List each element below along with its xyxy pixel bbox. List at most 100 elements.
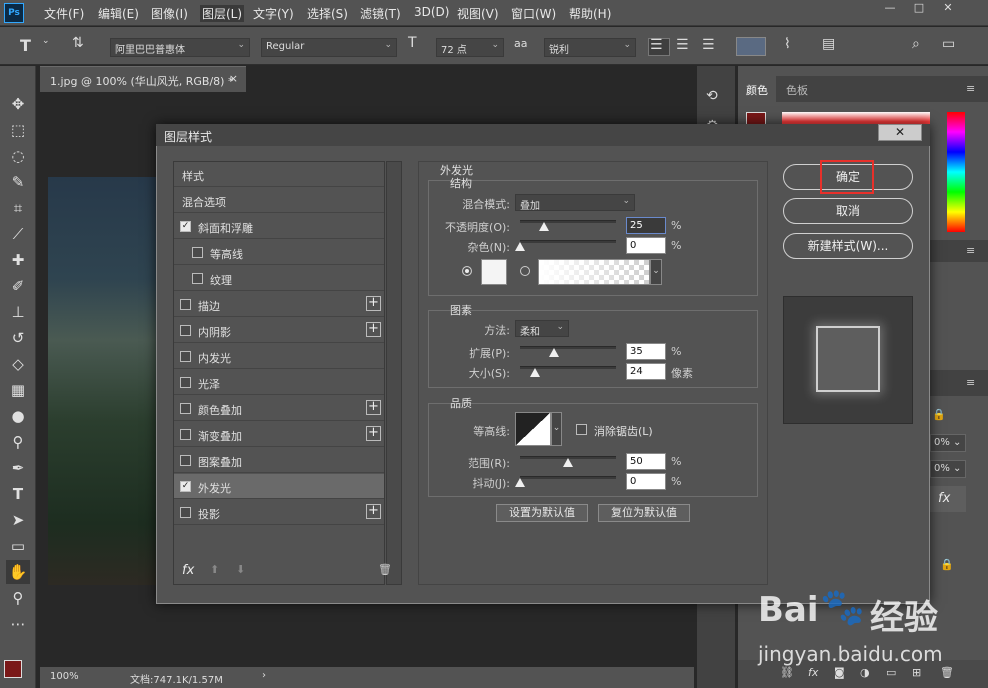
- new-style-button[interactable]: 新建样式(W)...: [783, 233, 913, 259]
- menu-filter[interactable]: 滤镜(T): [360, 5, 401, 22]
- noise-slider-thumb[interactable]: [515, 242, 525, 251]
- style-checkbox[interactable]: [180, 455, 191, 466]
- lasso-tool-icon[interactable]: ◌: [6, 144, 30, 168]
- style-list-item[interactable]: 光泽: [174, 370, 384, 395]
- jitter-input[interactable]: 0: [626, 473, 666, 490]
- reset-default-button[interactable]: 复位为默认值: [598, 504, 690, 522]
- size-input[interactable]: 24: [626, 363, 666, 380]
- quick-select-tool-icon[interactable]: ✎: [6, 170, 30, 194]
- fill-field[interactable]: 0% ⌄: [930, 460, 966, 478]
- zoom-level[interactable]: 100%: [50, 671, 79, 682]
- path-select-tool-icon[interactable]: ➤: [6, 508, 30, 532]
- opacity-slider[interactable]: [520, 220, 616, 223]
- workspace-icon[interactable]: ▭: [942, 36, 955, 52]
- range-input[interactable]: 50: [626, 453, 666, 470]
- style-checkbox[interactable]: [192, 273, 203, 284]
- opacity-slider-thumb[interactable]: [539, 222, 549, 231]
- opacity-input[interactable]: 25: [626, 217, 666, 234]
- pen-tool-icon[interactable]: ✒: [6, 456, 30, 480]
- range-slider-thumb[interactable]: [563, 458, 573, 467]
- move-tool-icon[interactable]: ✥: [6, 92, 30, 116]
- style-checkbox[interactable]: [180, 403, 191, 414]
- style-list-item[interactable]: 描边 +: [174, 292, 384, 317]
- fx-menu-icon[interactable]: fx: [182, 563, 194, 578]
- noise-input[interactable]: 0: [626, 237, 666, 254]
- add-effect-plus-icon[interactable]: +: [366, 400, 381, 415]
- character-panel-icon[interactable]: ▤: [822, 36, 835, 52]
- document-tab[interactable]: 1.jpg @ 100% (华山风光, RGB/8) * ×: [40, 66, 246, 92]
- set-default-button[interactable]: 设置为默认值: [496, 504, 588, 522]
- menu-layer[interactable]: 图层(L): [200, 5, 245, 22]
- tool-preset-chevron-icon[interactable]: ⌄: [42, 36, 50, 46]
- style-list-item[interactable]: 颜色叠加 +: [174, 396, 384, 421]
- menu-select[interactable]: 选择(S): [307, 5, 348, 22]
- style-checkbox[interactable]: [192, 247, 203, 258]
- spread-slider-thumb[interactable]: [549, 348, 559, 357]
- brush-tool-icon[interactable]: ✐: [6, 274, 30, 298]
- style-checkbox[interactable]: [180, 507, 191, 518]
- glow-color-swatch[interactable]: [481, 259, 507, 285]
- zoom-tool-icon[interactable]: ⚲: [6, 586, 30, 610]
- style-list-item[interactable]: ✓ 外发光: [174, 474, 384, 499]
- menu-edit[interactable]: 编辑(E): [98, 5, 139, 22]
- add-effect-plus-icon[interactable]: +: [366, 426, 381, 441]
- panel-menu-icon-3[interactable]: ≡: [966, 376, 975, 389]
- style-list-item[interactable]: ✓ 斜面和浮雕: [174, 214, 384, 239]
- close-window-button[interactable]: ✕: [934, 0, 962, 18]
- style-list-item[interactable]: 内发光: [174, 344, 384, 369]
- layer-fx-icon[interactable]: fx: [930, 486, 966, 512]
- healing-tool-icon[interactable]: ✚: [6, 248, 30, 272]
- jitter-slider[interactable]: [520, 476, 616, 479]
- type-tool-icon[interactable]: T: [20, 36, 31, 55]
- history-panel-icon[interactable]: ⟲: [706, 88, 718, 104]
- style-list-item[interactable]: 混合选项: [174, 188, 384, 213]
- delete-effect-icon[interactable]: 🗑: [378, 563, 392, 576]
- add-effect-plus-icon[interactable]: +: [366, 504, 381, 519]
- spread-slider[interactable]: [520, 346, 616, 349]
- maximize-button[interactable]: □: [905, 0, 933, 18]
- style-checkbox[interactable]: [180, 377, 191, 388]
- gradient-chevron-icon[interactable]: ⌄: [650, 259, 662, 285]
- size-slider-thumb[interactable]: [530, 368, 540, 377]
- crop-tool-icon[interactable]: ⌗: [6, 196, 30, 220]
- foreground-color-swatch[interactable]: [4, 660, 22, 678]
- dialog-close-button[interactable]: ✕: [878, 124, 922, 141]
- font-size-select[interactable]: 72 点 ⌄: [436, 38, 504, 57]
- style-list-item[interactable]: 等高线: [174, 240, 384, 265]
- move-down-icon[interactable]: ⬇: [236, 563, 245, 576]
- close-document-icon[interactable]: ×: [229, 72, 238, 85]
- status-arrow-icon[interactable]: ›: [262, 670, 266, 681]
- style-checkbox[interactable]: [180, 351, 191, 362]
- noise-slider[interactable]: [520, 240, 616, 243]
- text-color-swatch[interactable]: [736, 37, 766, 56]
- panel-menu-icon-2[interactable]: ≡: [966, 244, 975, 257]
- menu-view[interactable]: 视图(V): [457, 5, 499, 22]
- type-tool-side-icon[interactable]: T: [6, 482, 30, 506]
- lock-pixels-icon[interactable]: 🔒: [932, 408, 946, 421]
- warp-text-icon[interactable]: ⌇: [784, 36, 791, 52]
- cancel-button[interactable]: 取消: [783, 198, 913, 224]
- style-checkbox[interactable]: [180, 299, 191, 310]
- tab-swatches[interactable]: 色板: [778, 76, 816, 102]
- panel-menu-icon[interactable]: ≡: [966, 82, 975, 95]
- eraser-tool-icon[interactable]: ◇: [6, 352, 30, 376]
- opacity-field[interactable]: 0% ⌄: [930, 434, 966, 452]
- hand-tool-icon[interactable]: ✋: [6, 560, 30, 584]
- style-list-scrollbar[interactable]: [386, 161, 402, 585]
- tab-color[interactable]: 颜色: [738, 76, 776, 102]
- color-radio[interactable]: [462, 266, 472, 276]
- style-checkbox[interactable]: ✓: [180, 221, 191, 232]
- menu-file[interactable]: 文件(F): [44, 5, 84, 22]
- add-effect-plus-icon[interactable]: +: [366, 296, 381, 311]
- menu-image[interactable]: 图像(I): [151, 5, 188, 22]
- style-list-item[interactable]: 纹理: [174, 266, 384, 291]
- antialias-checkbox[interactable]: [576, 424, 587, 435]
- style-list-item[interactable]: 渐变叠加 +: [174, 422, 384, 447]
- stamp-tool-icon[interactable]: ⊥: [6, 300, 30, 324]
- font-style-select[interactable]: Regular ⌄: [261, 38, 397, 57]
- gradient-tool-icon[interactable]: ▦: [6, 378, 30, 402]
- glow-gradient-swatch[interactable]: [538, 259, 650, 285]
- contour-preview[interactable]: [515, 412, 551, 446]
- font-family-select[interactable]: 阿里巴巴普惠体 ⌄: [110, 38, 250, 57]
- eyedropper-tool-icon[interactable]: ⟋: [6, 222, 30, 246]
